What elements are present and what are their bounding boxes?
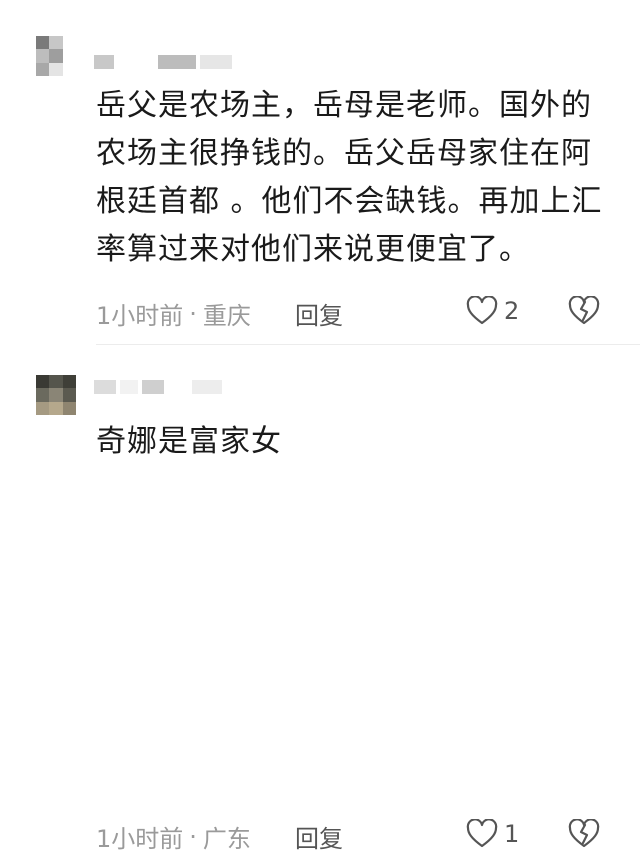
comment-text: 岳父是农场主，岳母是老师。国外的 农场主很挣钱的。岳父岳母家住在阿 根廷首都 。… — [96, 82, 616, 274]
like-button[interactable]: 2 — [466, 296, 519, 326]
comment-location: 重庆 — [202, 302, 251, 330]
comment-text-line: 岳父是农场主，岳母是老师。国外的 — [96, 88, 592, 123]
comment-text-line: 奇娜是富家女 — [96, 424, 282, 459]
comment-text-line: 农场主很挣钱的。岳父岳母家住在阿 — [96, 136, 592, 171]
comment-text: 奇娜是富家女 — [96, 418, 616, 466]
comment-location: 广东 — [202, 825, 251, 853]
avatar[interactable] — [36, 375, 76, 415]
separator-dot: · — [189, 822, 197, 851]
reply-button[interactable]: 回复 — [295, 296, 343, 331]
comment-item: 奇娜是富家女 1小时前 · 广东 回复 1 — [0, 345, 640, 853]
like-count: 2 — [504, 297, 520, 325]
reply-button[interactable]: 回复 — [295, 819, 343, 854]
dislike-button[interactable] — [568, 818, 600, 853]
avatar[interactable] — [36, 36, 76, 76]
comment-item: 岳父是农场主，岳母是老师。国外的 农场主很挣钱的。岳父岳母家住在阿 根廷首都 。… — [0, 0, 640, 345]
username-blurred[interactable] — [94, 379, 222, 395]
separator-dot: · — [189, 299, 197, 328]
dislike-button[interactable] — [568, 295, 600, 330]
comment-meta: 1小时前 · 重庆 — [96, 296, 251, 331]
username-blurred[interactable] — [94, 54, 232, 70]
comment-text-line: 根廷首都 。他们不会缺钱。再加上汇 — [96, 184, 603, 219]
comment-time: 1小时前 — [96, 302, 184, 330]
broken-heart-icon — [568, 295, 600, 325]
like-button[interactable]: 1 — [466, 819, 519, 849]
broken-heart-icon — [568, 818, 600, 848]
comment-text-line: 率算过来对他们来说更便宜了。 — [96, 232, 530, 267]
like-count: 1 — [504, 820, 520, 848]
heart-outline-icon — [466, 296, 498, 325]
comment-time: 1小时前 — [96, 825, 184, 853]
heart-outline-icon — [466, 819, 498, 848]
comment-meta: 1小时前 · 广东 — [96, 819, 251, 854]
